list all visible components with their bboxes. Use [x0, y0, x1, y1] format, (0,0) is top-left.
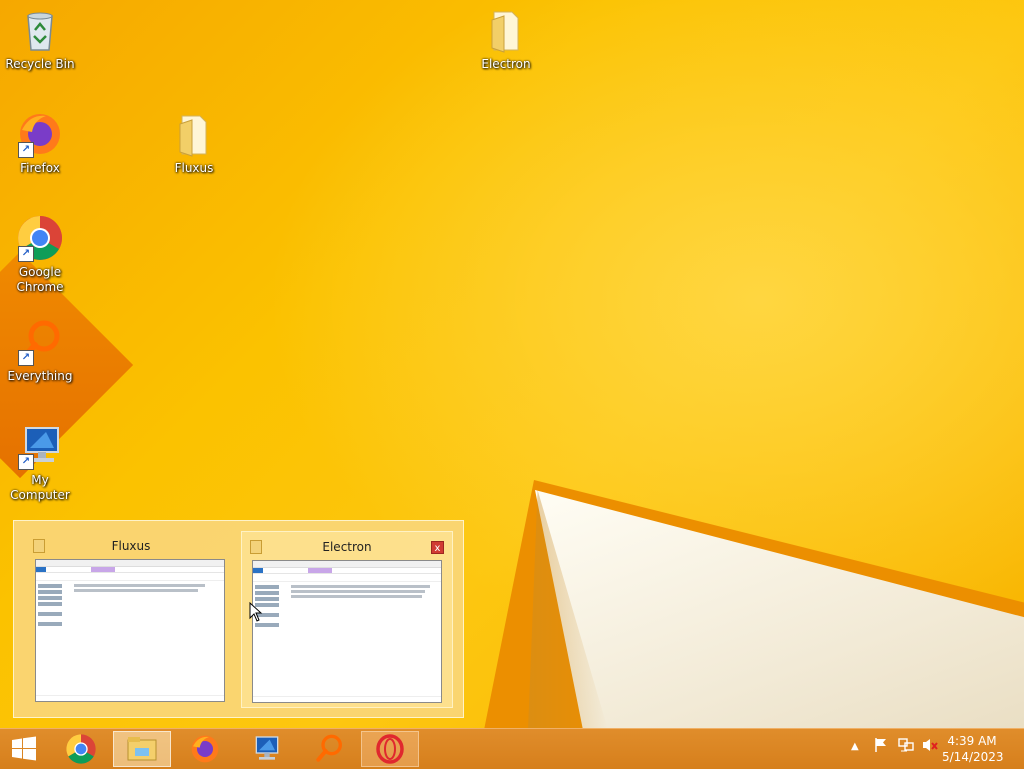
desktop-icon-firefox[interactable]: ↗ Firefox [0, 110, 80, 176]
desktop: Recycle Bin Electron ↗ Firefox Fluxus ↗ … [0, 0, 1024, 728]
desktop-icon-everything[interactable]: ↗ Everything [0, 318, 80, 384]
network-icon[interactable] [897, 737, 915, 757]
thumbnail-fluxus[interactable]: Fluxus [25, 531, 237, 708]
desktop-icon-label: Recycle Bin [5, 57, 75, 71]
opera-icon [376, 734, 404, 764]
taskbar-thumbnail-popup: Fluxus Electron x [13, 520, 464, 718]
desktop-icon-fluxus[interactable]: Fluxus [154, 110, 234, 176]
wallpaper-paper [535, 490, 1024, 728]
desktop-icon-label: Firefox [20, 161, 60, 175]
desktop-icon-label: Electron [481, 57, 531, 71]
action-center-flag-icon[interactable] [873, 737, 889, 757]
computer-icon [255, 736, 279, 760]
thumbnail-title: Electron [322, 540, 372, 554]
taskbar-everything-button[interactable] [300, 731, 358, 767]
window-preview [35, 559, 225, 702]
window-preview [252, 560, 442, 703]
taskbar-firefox-button[interactable] [176, 731, 234, 767]
desktop-icon-label: Google Chrome [16, 265, 64, 294]
firefox-icon: ↗ [16, 110, 64, 158]
chrome-icon: ↗ [16, 214, 64, 262]
thumbnail-title: Fluxus [111, 539, 151, 553]
desktop-icon-label: My Computer [10, 473, 70, 502]
taskbar: ▲ 4:39 AM 5/14/2023 [0, 728, 1024, 769]
recycle-bin-icon [16, 6, 64, 54]
shortcut-arrow-icon: ↗ [18, 246, 34, 262]
clock-date: 5/14/2023 [942, 750, 1004, 764]
computer-icon: ↗ [16, 422, 64, 470]
taskbar-clock[interactable]: 4:39 AM 5/14/2023 [942, 733, 1004, 765]
desktop-icon-my-computer[interactable]: ↗ My Computer [0, 422, 80, 503]
clock-time: 4:39 AM [947, 734, 997, 748]
desktop-icon-google-chrome[interactable]: ↗ Google Chrome [0, 214, 80, 295]
windows-logo-icon [12, 736, 36, 761]
volume-muted-icon[interactable] [921, 737, 939, 757]
desktop-icon-label: Fluxus [174, 161, 214, 175]
file-explorer-icon [127, 737, 157, 761]
tray-expand-button[interactable]: ▲ [851, 741, 859, 752]
desktop-icon-label: Everything [7, 369, 73, 383]
shortcut-arrow-icon: ↗ [18, 454, 34, 470]
chrome-icon [66, 734, 96, 764]
start-button[interactable] [0, 731, 48, 767]
taskbar-chrome-button[interactable] [52, 731, 110, 767]
folder-icon [170, 110, 218, 158]
desktop-icon-recycle-bin[interactable]: Recycle Bin [0, 6, 80, 72]
shortcut-arrow-icon: ↗ [18, 350, 34, 366]
firefox-icon [191, 735, 219, 763]
folder-icon [482, 6, 530, 54]
taskbar-file-explorer-button[interactable] [113, 731, 171, 767]
thumbnail-close-button[interactable]: x [431, 541, 444, 554]
mouse-cursor-icon [249, 602, 263, 622]
desktop-icon-electron[interactable]: Electron [466, 6, 546, 72]
everything-search-icon [316, 734, 342, 762]
shortcut-arrow-icon: ↗ [18, 142, 34, 158]
taskbar-my-computer-button[interactable] [238, 731, 296, 767]
thumbnail-electron[interactable]: Electron x [241, 531, 453, 708]
taskbar-opera-button[interactable] [361, 731, 419, 767]
everything-search-icon: ↗ [16, 318, 64, 366]
